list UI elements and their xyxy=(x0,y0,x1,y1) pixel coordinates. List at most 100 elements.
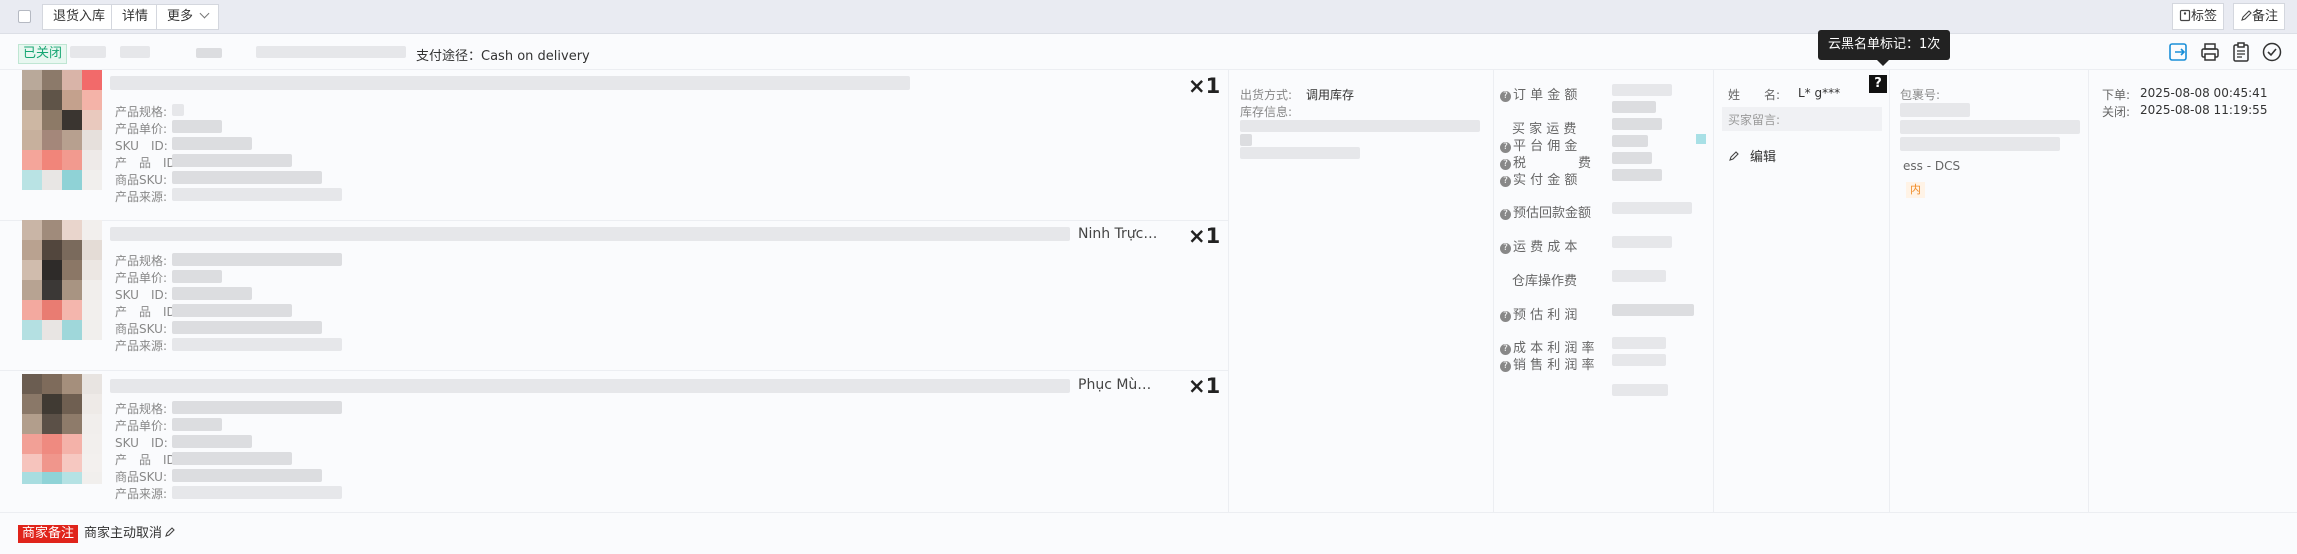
redacted-value xyxy=(1612,135,1648,147)
color-swatch xyxy=(1696,134,1706,144)
redacted-text xyxy=(172,287,252,300)
redacted-text xyxy=(172,120,222,133)
package-code-fragment: ess - DCS xyxy=(1903,159,1961,173)
redacted-text xyxy=(172,304,292,317)
redacted-text xyxy=(196,48,222,58)
payment-value: Cash on delivery xyxy=(481,49,590,64)
redacted-value xyxy=(1612,152,1652,164)
redacted-text xyxy=(172,321,322,334)
column-divider xyxy=(1228,70,1229,512)
redacted-value xyxy=(1612,202,1692,214)
redacted-value xyxy=(1612,384,1668,396)
redacted-text xyxy=(172,435,252,448)
edit-link[interactable]: 编辑 xyxy=(1728,146,1776,165)
inner-tag-badge: 内 xyxy=(1906,182,1925,198)
more-label: 更多 xyxy=(167,9,194,24)
toolbar: 退货入库 详情 更多 标签 备注 xyxy=(0,0,2297,34)
detail-label: 详情 xyxy=(122,9,149,24)
redacted-text xyxy=(172,338,342,351)
close-time-value: 2025-08-08 11:19:55 xyxy=(2140,103,2268,117)
payment-method: 支付途径：Cash on delivery xyxy=(416,45,590,64)
merchant-note-badge: 商家备注 xyxy=(18,525,79,543)
sales-margin-text: 销 售 利 润 率 xyxy=(1513,358,1595,373)
tag-button[interactable]: 标签 xyxy=(2172,3,2225,30)
help-icon[interactable]: ? xyxy=(1500,176,1511,187)
buyer-message-label: 买家留言: xyxy=(1728,113,1781,127)
redacted-value xyxy=(1900,103,1970,117)
redacted-text xyxy=(120,46,150,58)
redacted-text xyxy=(172,188,342,201)
help-icon[interactable]: ? xyxy=(1500,91,1511,102)
redacted-value xyxy=(1612,236,1672,248)
product-thumbnail[interactable] xyxy=(22,374,102,484)
redacted-text xyxy=(1240,134,1252,146)
product-thumbnail[interactable] xyxy=(22,70,102,190)
order-card: 已关闭 支付途径：Cash on delivery 产品规格: 产品单价: SK… xyxy=(0,34,2297,554)
paid-amount-label: ? 实 付 金 额 xyxy=(1500,169,1577,188)
shipping-cost-text: 运 费 成 本 xyxy=(1513,240,1578,255)
estimated-profit-text: 预 估 利 润 xyxy=(1513,308,1578,323)
redacted-text xyxy=(1240,147,1360,159)
redacted-value xyxy=(1612,101,1656,113)
sales-margin-label: ? 销 售 利 润 率 xyxy=(1500,354,1595,373)
redacted-text xyxy=(172,104,184,116)
ship-method-label: 出货方式: xyxy=(1240,88,1293,102)
confirm-button[interactable] xyxy=(2261,41,2283,63)
buyer-name-label: 姓 名: xyxy=(1728,88,1781,102)
detail-button[interactable]: 详情 xyxy=(111,4,160,30)
redacted-text xyxy=(172,137,252,150)
redacted-text xyxy=(172,452,292,465)
redacted-value xyxy=(1612,337,1666,349)
order-amount-text: 订 单 金 额 xyxy=(1513,88,1578,103)
clipboard-icon xyxy=(2233,42,2249,62)
estimated-payout-label: ? 预估回款金额 xyxy=(1500,202,1591,221)
row-divider xyxy=(0,370,1228,371)
column-divider xyxy=(2088,70,2089,512)
redacted-text xyxy=(172,253,342,266)
variant-name: Phục Mù… xyxy=(1078,377,1152,393)
blacklist-question-icon[interactable]: ? xyxy=(1869,75,1887,93)
redacted-text xyxy=(172,171,322,184)
redacted-text xyxy=(70,46,106,58)
edit-label: 编辑 xyxy=(1750,150,1777,165)
help-icon[interactable]: ? xyxy=(1500,209,1511,220)
product-thumbnail[interactable] xyxy=(22,220,102,340)
more-dropdown[interactable]: 更多 xyxy=(156,4,220,30)
print-button[interactable] xyxy=(2199,41,2221,63)
help-icon[interactable]: ? xyxy=(1500,361,1511,372)
help-icon[interactable]: ? xyxy=(1500,243,1511,254)
clipboard-button[interactable] xyxy=(2230,41,2252,63)
check-circle-icon xyxy=(2262,42,2282,62)
column-divider xyxy=(1713,70,1714,512)
select-all-checkbox[interactable] xyxy=(18,10,31,23)
ship-out-button[interactable] xyxy=(2167,41,2189,63)
redacted-text xyxy=(1240,120,1480,132)
note-button[interactable]: 备注 xyxy=(2233,3,2286,30)
quantity: ×1 xyxy=(1188,224,1221,248)
package-number-label: 包裹号: xyxy=(1900,88,1941,102)
stock-info-label: 库存信息: xyxy=(1240,105,1293,119)
redacted-text xyxy=(172,270,222,283)
export-icon xyxy=(2169,43,2187,61)
cancel-reason: 商家主动取消 xyxy=(84,526,163,541)
status-badge: 已关闭 xyxy=(18,44,68,64)
redacted-value xyxy=(1612,304,1694,316)
order-amount-label: ? 订 单 金 额 xyxy=(1500,84,1577,103)
pencil-icon xyxy=(1729,151,1739,161)
variant-name: Ninh Trực… xyxy=(1078,226,1158,242)
tag-label: 标签 xyxy=(2191,9,2218,24)
pencil-icon[interactable] xyxy=(164,526,176,538)
close-time-label: 关闭: xyxy=(2102,105,2131,119)
note-label: 备注 xyxy=(2252,9,2279,24)
redacted-value xyxy=(1900,137,2060,151)
redacted-value xyxy=(1900,120,2080,134)
blacklist-tooltip: 云黑名单标记：1次 xyxy=(1818,30,1951,60)
order-time-label: 下单: xyxy=(2102,88,2131,102)
redacted-value xyxy=(1612,270,1666,282)
row-divider xyxy=(0,220,1228,221)
redacted-text xyxy=(172,401,342,414)
buyer-name-value: L* g*** xyxy=(1798,86,1841,100)
return-to-stock-button[interactable]: 退货入库 xyxy=(42,4,117,30)
help-icon[interactable]: ? xyxy=(1500,311,1511,322)
payment-label: 支付途径： xyxy=(416,49,482,64)
